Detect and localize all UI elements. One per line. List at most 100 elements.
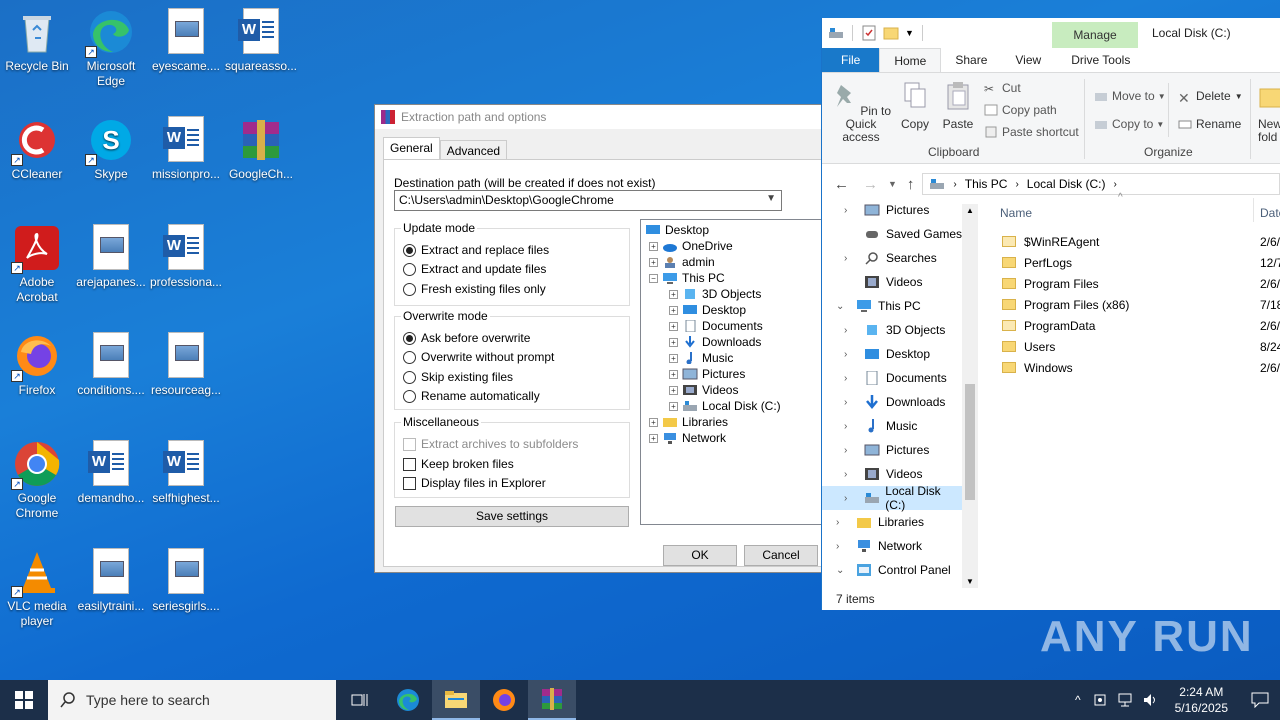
expand-icon[interactable]: + bbox=[669, 369, 678, 379]
cancel-button[interactable]: Cancel bbox=[744, 545, 818, 566]
tab-general[interactable]: General bbox=[383, 137, 440, 159]
tree-item-this-pc[interactable]: − This PC bbox=[649, 271, 725, 285]
word-document-icon[interactable]: W selfhighest... bbox=[148, 440, 224, 506]
file-row[interactable]: Program Files 2/6/ bbox=[1002, 273, 1280, 294]
tree-item-downloads[interactable]: + Downloads bbox=[669, 335, 761, 349]
word-document-icon[interactable]: W demandho... bbox=[73, 440, 149, 506]
tab-home[interactable]: Home bbox=[879, 48, 942, 72]
nav-scrollbar[interactable]: ▲ ▼ bbox=[962, 204, 978, 588]
skype-icon[interactable]: S ↗ Skype bbox=[73, 116, 149, 182]
destination-path-input[interactable]: C:\Users\admin\Desktop\GoogleChrome ▼ bbox=[394, 190, 782, 211]
properties-icon[interactable] bbox=[861, 25, 877, 41]
tree-item-documents[interactable]: + Documents bbox=[669, 319, 763, 333]
tab-manage[interactable]: Manage bbox=[1052, 22, 1138, 48]
chevron-down-icon[interactable]: ▼ bbox=[766, 193, 776, 204]
chevron-right-icon[interactable]: › bbox=[844, 205, 856, 216]
vlc-icon[interactable]: ↗ VLC media player bbox=[0, 548, 75, 629]
image-file-icon[interactable]: eyescame.... bbox=[148, 8, 224, 74]
file-row[interactable]: $WinREAgent 2/6/ bbox=[1002, 231, 1280, 252]
image-file-icon[interactable]: seriesgirls.... bbox=[148, 548, 224, 614]
recycle-bin-icon[interactable]: Recycle Bin bbox=[0, 8, 75, 74]
chevron-right-icon[interactable]: › bbox=[836, 541, 848, 552]
security-icon[interactable] bbox=[1093, 693, 1107, 707]
image-file-icon[interactable]: conditions.... bbox=[73, 332, 149, 398]
collapse-icon[interactable]: − bbox=[649, 273, 658, 283]
google-chrome-icon[interactable]: ↗ Google Chrome bbox=[0, 440, 75, 521]
expand-icon[interactable]: + bbox=[669, 385, 678, 395]
tree-item-desktop-sub[interactable]: + Desktop bbox=[669, 303, 746, 317]
scroll-down-icon[interactable]: ▼ bbox=[962, 577, 978, 586]
forward-arrow-icon[interactable]: → bbox=[863, 176, 878, 193]
chevron-right-icon[interactable]: › bbox=[844, 469, 856, 480]
breadcrumb-this-pc[interactable]: This PC bbox=[965, 177, 1008, 191]
expand-icon[interactable]: + bbox=[669, 305, 678, 315]
expand-icon[interactable]: + bbox=[649, 257, 658, 267]
rename-button[interactable]: Rename bbox=[1178, 117, 1241, 131]
firefox-icon[interactable]: ↗ Firefox bbox=[0, 332, 75, 398]
radio-extract-replace[interactable]: Extract and replace files bbox=[403, 243, 549, 257]
volume-icon[interactable] bbox=[1143, 693, 1159, 707]
chevron-right-icon[interactable]: › bbox=[844, 397, 856, 408]
ok-button[interactable]: OK bbox=[663, 545, 737, 566]
folder-tree[interactable]: Desktop + OneDrive + admin − This PC +3D Ob… bbox=[640, 219, 840, 525]
image-file-icon[interactable]: easilytraini... bbox=[73, 548, 149, 614]
dialog-titlebar[interactable]: Extraction path and options bbox=[375, 105, 833, 129]
expand-icon[interactable]: + bbox=[669, 321, 678, 331]
word-document-icon[interactable]: W missionpro... bbox=[148, 116, 224, 182]
back-arrow-icon[interactable]: ← bbox=[834, 176, 849, 193]
chevron-right-icon[interactable]: › bbox=[844, 349, 856, 360]
scroll-thumb[interactable] bbox=[965, 384, 975, 500]
paste-shortcut-button[interactable]: Paste shortcut bbox=[984, 125, 1079, 139]
clock[interactable]: 2:24 AM 5/16/2025 bbox=[1175, 684, 1228, 716]
tree-item-onedrive[interactable]: + OneDrive bbox=[649, 239, 733, 253]
new-folder-button[interactable]: New fold bbox=[1258, 81, 1280, 144]
taskbar-file-explorer[interactable] bbox=[432, 680, 480, 720]
up-arrow-icon[interactable]: ↑ bbox=[907, 176, 915, 193]
chevron-down-icon[interactable]: ▼ bbox=[905, 28, 914, 38]
nav-item-local-disk[interactable]: › Local Disk (C:) bbox=[822, 484, 962, 512]
new-folder-icon[interactable] bbox=[883, 25, 899, 41]
radio-overwrite-without-prompt[interactable]: Overwrite without prompt bbox=[403, 350, 554, 364]
radio-fresh-existing[interactable]: Fresh existing files only bbox=[403, 282, 546, 296]
expand-icon[interactable]: + bbox=[669, 337, 678, 347]
taskbar-firefox[interactable] bbox=[480, 680, 528, 720]
cut-button[interactable]: ✂ Cut bbox=[984, 81, 1021, 96]
task-view-button[interactable] bbox=[336, 680, 384, 720]
address-bar[interactable]: › This PC › Local Disk (C:) › bbox=[922, 173, 1280, 195]
checkbox-display-explorer[interactable]: Display files in Explorer bbox=[403, 476, 546, 490]
tree-item-libraries[interactable]: + Libraries bbox=[649, 415, 728, 429]
expand-icon[interactable]: + bbox=[649, 417, 658, 427]
radio-ask-before-overwrite[interactable]: Ask before overwrite bbox=[403, 331, 530, 345]
taskbar-winrar[interactable] bbox=[528, 680, 576, 720]
tree-item-network[interactable]: + Network bbox=[649, 431, 726, 445]
nav-item-this-pc[interactable]: ⌄ This PC bbox=[836, 294, 976, 318]
column-header-name[interactable]: Name bbox=[1000, 206, 1032, 220]
file-row[interactable]: ProgramData 2/6/ bbox=[1002, 315, 1280, 336]
tree-item-local-disk[interactable]: + Local Disk (C:) bbox=[669, 399, 781, 413]
chevron-right-icon[interactable]: › bbox=[844, 445, 856, 456]
expand-icon[interactable]: + bbox=[669, 353, 678, 363]
winrar-archive-icon[interactable]: GoogleCh... bbox=[223, 116, 299, 182]
network-icon[interactable] bbox=[1117, 693, 1133, 707]
scroll-up-icon[interactable]: ▲ bbox=[962, 206, 978, 215]
save-settings-button[interactable]: Save settings bbox=[395, 506, 629, 527]
tab-file[interactable]: File bbox=[822, 48, 880, 72]
copy-to-button[interactable]: Copy to ▼ bbox=[1094, 117, 1164, 131]
chevron-right-icon[interactable]: › bbox=[844, 325, 856, 336]
nav-item-control-panel[interactable]: ⌄ Control Panel bbox=[836, 558, 976, 582]
expand-icon[interactable]: + bbox=[669, 289, 678, 299]
expand-icon[interactable]: + bbox=[649, 241, 658, 251]
tab-share[interactable]: Share bbox=[941, 48, 1001, 72]
radio-extract-update[interactable]: Extract and update files bbox=[403, 262, 546, 276]
tree-item-admin[interactable]: + admin bbox=[649, 255, 715, 269]
breadcrumb-local-disk[interactable]: Local Disk (C:) bbox=[1027, 177, 1106, 191]
copy-button[interactable]: Copy bbox=[900, 81, 930, 131]
tab-drive-tools[interactable]: Drive Tools bbox=[1055, 48, 1144, 72]
chevron-right-icon[interactable]: › bbox=[844, 421, 856, 432]
chevron-right-icon[interactable]: › bbox=[836, 517, 848, 528]
radio-skip-existing[interactable]: Skip existing files bbox=[403, 370, 513, 384]
file-row[interactable]: Program Files (x86) 7/18 bbox=[1002, 294, 1280, 315]
copy-path-button[interactable]: Copy path bbox=[984, 103, 1057, 117]
file-row[interactable]: PerfLogs 12/7 bbox=[1002, 252, 1280, 273]
image-file-icon[interactable]: arejapanes... bbox=[73, 224, 149, 290]
